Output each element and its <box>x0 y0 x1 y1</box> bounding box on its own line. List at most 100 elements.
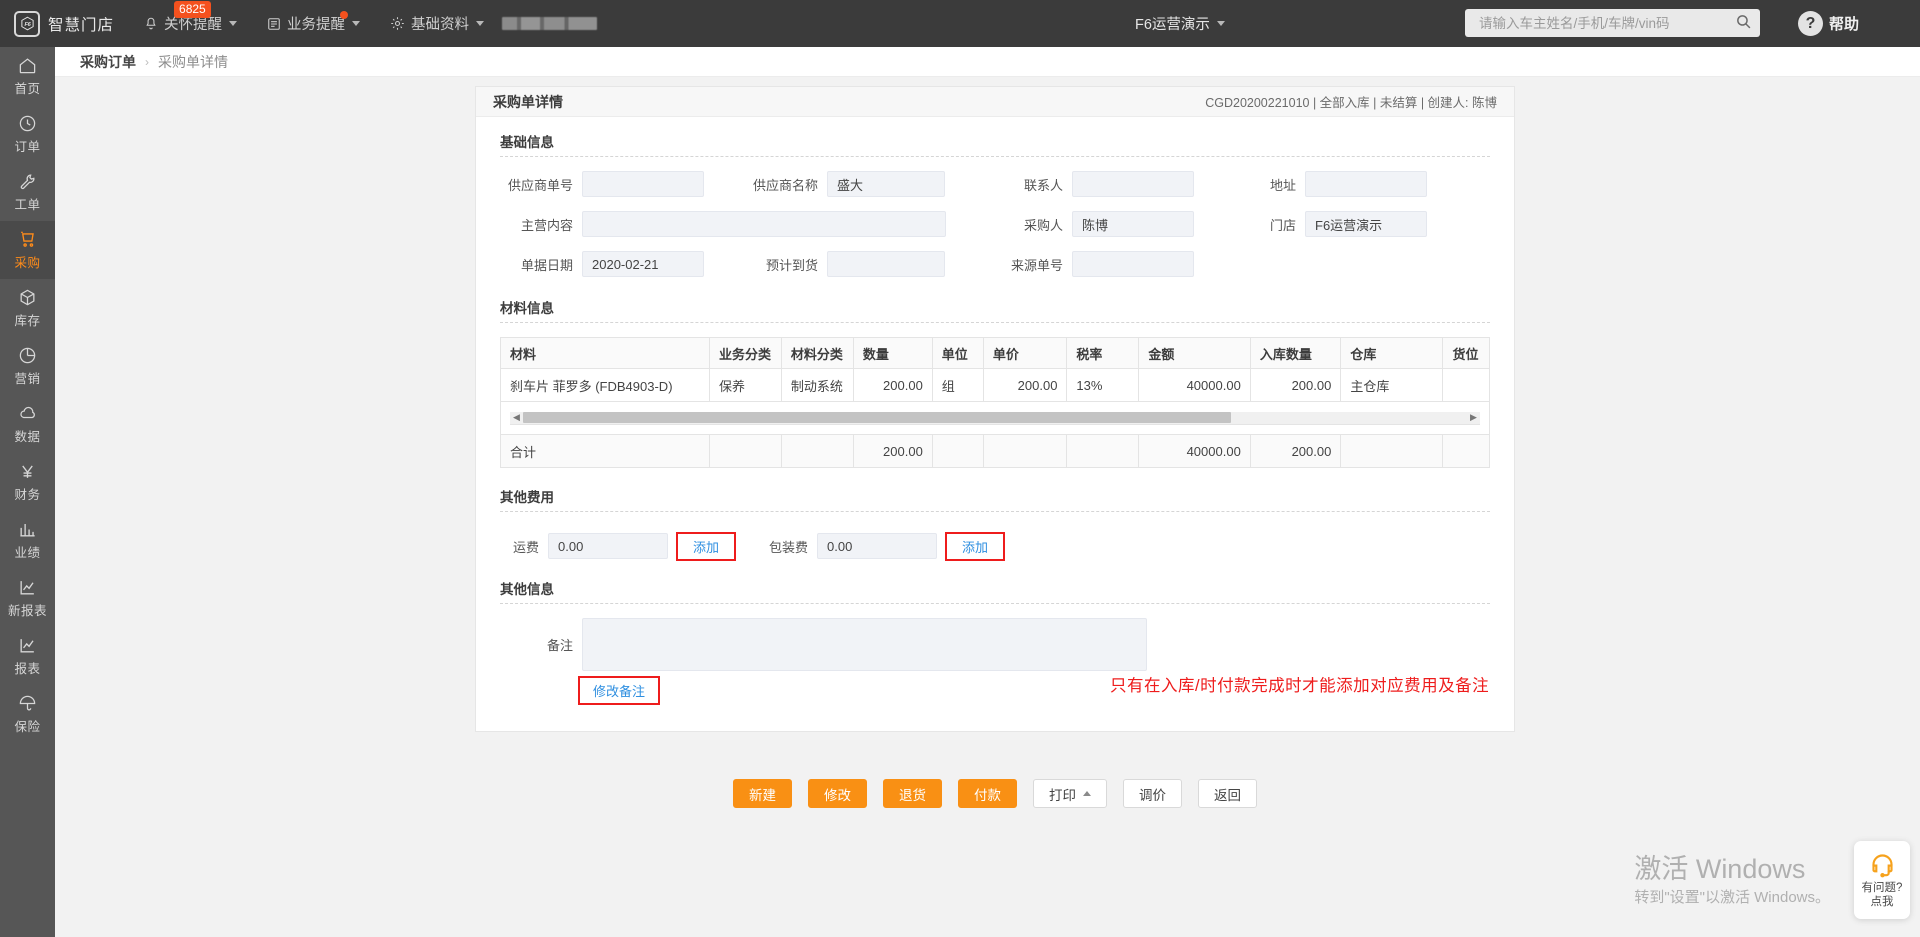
remark-textarea[interactable] <box>582 618 1147 671</box>
material-info-section-title: 材料信息 <box>500 301 554 316</box>
column-header-material[interactable]: 材料 <box>500 337 710 369</box>
scroll-right-arrow-icon[interactable]: ▶ <box>1467 412 1480 423</box>
supplier-order-no-input[interactable] <box>582 171 704 197</box>
source-order-no-field[interactable]: 来源单号 <box>990 251 1194 277</box>
sidebar-item-new-reports[interactable]: 新报表 <box>0 569 55 627</box>
adjust-price-button[interactable]: 调价 <box>1123 779 1182 808</box>
column-header-material-category[interactable]: 材料分类 <box>780 337 854 369</box>
sidebar-item-marketing[interactable]: 营销 <box>0 337 55 395</box>
page-title: 采购单详情 <box>493 93 563 110</box>
contact-person-field[interactable]: 联系人 <box>990 171 1250 197</box>
return-goods-button[interactable]: 退货 <box>883 779 942 808</box>
yuan-icon <box>18 462 37 481</box>
field-label: 门店 <box>1269 217 1296 233</box>
care-reminder-badge: 6825 <box>174 1 211 18</box>
gear-icon <box>390 16 405 31</box>
sidebar-item-purchase[interactable]: 采购 <box>0 221 55 279</box>
search-icon[interactable] <box>1735 13 1752 33</box>
pie-icon <box>18 346 37 365</box>
supplier-order-no-field[interactable]: 供应商单号 <box>500 171 745 197</box>
freight-fee-input[interactable]: 0.00 <box>548 533 668 559</box>
supplier-name-input[interactable]: 盛大 <box>827 171 945 197</box>
field-label: 供应商名称 <box>752 177 818 193</box>
packaging-fee-input[interactable]: 0.00 <box>817 533 937 559</box>
sidebar-item-work-orders[interactable]: 工单 <box>0 163 55 221</box>
main-business-input[interactable] <box>582 211 946 237</box>
cell-business-category: 保养 <box>708 368 782 402</box>
column-header-stock-in-qty[interactable]: 入库数量 <box>1249 337 1342 369</box>
supplier-name-field[interactable]: 供应商名称 盛大 <box>745 171 990 197</box>
edit-remark-button[interactable]: 修改备注 <box>586 681 652 702</box>
sidebar-item-home[interactable]: 首页 <box>0 47 55 105</box>
sidebar-item-label: 保险 <box>14 719 41 734</box>
sidebar-item-orders[interactable]: 订单 <box>0 105 55 163</box>
expected-arrival-field[interactable]: 预计到货 <box>745 251 990 277</box>
basic-data-menu[interactable]: 基础资料 <box>390 13 485 34</box>
global-search-box[interactable] <box>1465 9 1760 37</box>
print-button[interactable]: 打印 <box>1033 779 1107 808</box>
scroll-left-arrow-icon[interactable]: ◀ <box>510 412 523 423</box>
purchaser-input[interactable]: 陈博 <box>1072 211 1194 237</box>
field-label: 来源单号 <box>1010 257 1063 273</box>
field-label: 包装费 <box>768 539 808 555</box>
purchaser-field[interactable]: 采购人 陈博 <box>990 211 1250 237</box>
scrollbar-thumb[interactable] <box>523 412 1231 423</box>
business-reminder-menu[interactable]: 业务提醒 <box>267 11 361 34</box>
sidebar-item-data[interactable]: 数据 <box>0 395 55 453</box>
column-header-tax-rate[interactable]: 税率 <box>1066 337 1140 369</box>
cell-tax-rate: 13% <box>1066 368 1140 402</box>
column-header-location[interactable]: 货位 <box>1442 337 1490 369</box>
total-blank-6 <box>1340 434 1444 468</box>
column-header-business-category[interactable]: 业务分类 <box>708 337 782 369</box>
card-body: 基础信息 供应商单号 供应商名称 盛大 联系人 地址 主营内容 采购人 陈博 门… <box>476 117 1514 731</box>
sidebar-item-label: 数据 <box>14 429 41 444</box>
address-input[interactable] <box>1305 171 1427 197</box>
care-reminder-menu[interactable]: 关怀提醒 6825 <box>144 1 238 34</box>
breadcrumb-root[interactable]: 采购订单 <box>80 52 136 72</box>
store-field[interactable]: 门店 F6运营演示 <box>1250 211 1427 237</box>
document-date-field[interactable]: 单据日期 2020-02-21 <box>500 251 745 277</box>
chevron-down-icon <box>1216 21 1225 26</box>
main-business-field[interactable]: 主营内容 <box>500 211 990 237</box>
line-chart-icon <box>18 578 37 597</box>
scrollbar-track[interactable] <box>523 412 1467 423</box>
field-label: 地址 <box>1269 177 1296 193</box>
edit-button[interactable]: 修改 <box>808 779 867 808</box>
store-selector[interactable]: F6运营演示 <box>1135 13 1225 34</box>
page-content: 采购单详情 CGD20200221010 | 全部入库 | 未结算 | 创建人:… <box>55 77 1920 937</box>
material-table-header-row: 材料 业务分类 材料分类 数量 单位 单价 税率 金额 入库数量 仓库 货位 <box>500 337 1490 369</box>
column-header-amount[interactable]: 金额 <box>1138 337 1251 369</box>
address-field[interactable]: 地址 <box>1250 171 1427 197</box>
payment-button[interactable]: 付款 <box>958 779 1017 808</box>
table-row[interactable]: 刹车片 菲罗多 (FDB4903-D) 保养 制动系统 200.00 组 200… <box>500 368 1490 402</box>
expected-arrival-input[interactable] <box>827 251 945 277</box>
sidebar-item-finance[interactable]: 财务 <box>0 453 55 511</box>
top-navigation-bar: F6 智慧门店 关怀提醒 6825 业务提醒 基础资料 F6运营演示 请输入车主… <box>0 0 1920 47</box>
help-button[interactable]: ? 帮助 <box>1798 11 1859 36</box>
column-header-unit[interactable]: 单位 <box>931 337 984 369</box>
horizontal-scrollbar[interactable]: ◀ ▶ <box>510 411 1480 425</box>
sidebar-item-performance[interactable]: 业绩 <box>0 511 55 569</box>
basic-info-row-3: 单据日期 2020-02-21 预计到货 来源单号 <box>500 251 1490 277</box>
cloud-icon <box>18 404 38 423</box>
brand-logo-group[interactable]: F6 智慧门店 <box>14 10 114 37</box>
sidebar-item-label: 首页 <box>14 81 41 96</box>
freight-add-button[interactable]: 添加 <box>684 537 728 558</box>
document-date-input[interactable]: 2020-02-21 <box>582 251 704 277</box>
search-input[interactable] <box>1477 14 1735 32</box>
total-stock-in-qty: 200.00 <box>1249 434 1342 468</box>
column-header-unit-price[interactable]: 单价 <box>982 337 1068 369</box>
column-header-warehouse[interactable]: 仓库 <box>1340 337 1444 369</box>
sidebar-item-inventory[interactable]: 库存 <box>0 279 55 337</box>
sidebar-item-reports[interactable]: 报表 <box>0 627 55 685</box>
store-input[interactable]: F6运营演示 <box>1305 211 1427 237</box>
contact-person-input[interactable] <box>1072 171 1194 197</box>
support-widget[interactable]: 有问题? 点我 <box>1854 841 1910 919</box>
source-order-no-input[interactable] <box>1072 251 1194 277</box>
column-header-quantity[interactable]: 数量 <box>852 337 933 369</box>
sidebar-item-insurance[interactable]: 保险 <box>0 685 55 743</box>
new-button[interactable]: 新建 <box>733 779 792 808</box>
packaging-add-button[interactable]: 添加 <box>953 537 997 558</box>
back-button[interactable]: 返回 <box>1198 779 1257 808</box>
section-divider <box>500 511 1490 512</box>
